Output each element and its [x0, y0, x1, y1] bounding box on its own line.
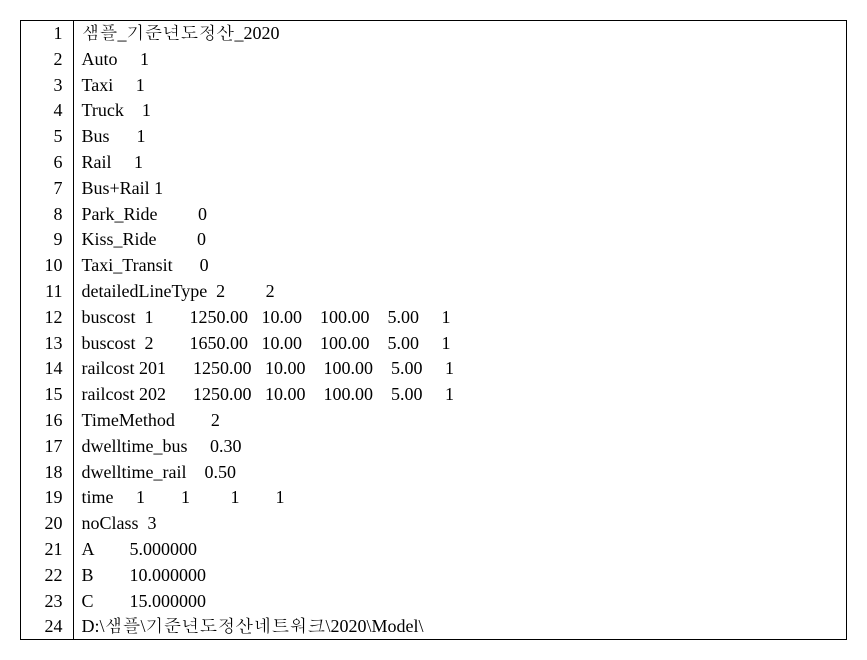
line-number: 24 — [21, 614, 73, 640]
line-number: 13 — [21, 331, 73, 357]
table-row: 2Auto 1 — [21, 47, 846, 73]
table-row: 22B 10.000000 — [21, 563, 846, 589]
table-row: 8Park_Ride 0 — [21, 202, 846, 228]
line-number: 15 — [21, 382, 73, 408]
line-content: B 10.000000 — [73, 563, 846, 589]
line-content: Auto 1 — [73, 47, 846, 73]
line-content: TimeMethod 2 — [73, 408, 846, 434]
line-number: 19 — [21, 485, 73, 511]
line-content: Truck 1 — [73, 98, 846, 124]
config-table: 1샘플_기준년도정산_20202Auto 13Taxi 14Truck 15Bu… — [21, 21, 846, 640]
line-number: 20 — [21, 511, 73, 537]
line-number: 7 — [21, 176, 73, 202]
line-number: 23 — [21, 589, 73, 615]
line-number: 14 — [21, 356, 73, 382]
line-number: 17 — [21, 434, 73, 460]
line-number: 18 — [21, 460, 73, 486]
line-content: buscost 1 1250.00 10.00 100.00 5.00 1 — [73, 305, 846, 331]
line-content: Park_Ride 0 — [73, 202, 846, 228]
line-number: 1 — [21, 21, 73, 47]
line-content: 샘플_기준년도정산_2020 — [73, 21, 846, 47]
table-row: 19time 1 1 1 1 — [21, 485, 846, 511]
table-row: 11detailedLineType 2 2 — [21, 279, 846, 305]
line-number: 16 — [21, 408, 73, 434]
table-row: 18dwelltime_rail 0.50 — [21, 460, 846, 486]
line-number: 12 — [21, 305, 73, 331]
line-content: Bus 1 — [73, 124, 846, 150]
line-content: Taxi 1 — [73, 73, 846, 99]
table-row: 5Bus 1 — [21, 124, 846, 150]
line-content: noClass 3 — [73, 511, 846, 537]
line-number: 8 — [21, 202, 73, 228]
line-number: 11 — [21, 279, 73, 305]
table-row: 23C 15.000000 — [21, 589, 846, 615]
line-content: detailedLineType 2 2 — [73, 279, 846, 305]
line-content: Bus+Rail 1 — [73, 176, 846, 202]
line-content: C 15.000000 — [73, 589, 846, 615]
line-number: 21 — [21, 537, 73, 563]
line-number: 4 — [21, 98, 73, 124]
line-number: 9 — [21, 227, 73, 253]
line-number: 10 — [21, 253, 73, 279]
table-row: 4Truck 1 — [21, 98, 846, 124]
table-row: 7Bus+Rail 1 — [21, 176, 846, 202]
line-content: A 5.000000 — [73, 537, 846, 563]
line-content: Kiss_Ride 0 — [73, 227, 846, 253]
table-row: 6Rail 1 — [21, 150, 846, 176]
table-row: 10Taxi_Transit 0 — [21, 253, 846, 279]
table-row: 16TimeMethod 2 — [21, 408, 846, 434]
line-content: railcost 202 1250.00 10.00 100.00 5.00 1 — [73, 382, 846, 408]
table-row: 12buscost 1 1250.00 10.00 100.00 5.00 1 — [21, 305, 846, 331]
table-row: 3Taxi 1 — [21, 73, 846, 99]
config-file-view: 1샘플_기준년도정산_20202Auto 13Taxi 14Truck 15Bu… — [20, 20, 847, 640]
line-number: 22 — [21, 563, 73, 589]
table-row: 9Kiss_Ride 0 — [21, 227, 846, 253]
line-number: 6 — [21, 150, 73, 176]
line-content: buscost 2 1650.00 10.00 100.00 5.00 1 — [73, 331, 846, 357]
line-content: Rail 1 — [73, 150, 846, 176]
line-content: time 1 1 1 1 — [73, 485, 846, 511]
line-number: 5 — [21, 124, 73, 150]
line-number: 2 — [21, 47, 73, 73]
line-number: 3 — [21, 73, 73, 99]
table-row: 14railcost 201 1250.00 10.00 100.00 5.00… — [21, 356, 846, 382]
line-content: dwelltime_bus 0.30 — [73, 434, 846, 460]
line-content: D:\샘플\기준년도정산네트워크\2020\Model\ — [73, 614, 846, 640]
table-row: 17dwelltime_bus 0.30 — [21, 434, 846, 460]
table-row: 20noClass 3 — [21, 511, 846, 537]
table-row: 24D:\샘플\기준년도정산네트워크\2020\Model\ — [21, 614, 846, 640]
line-content: Taxi_Transit 0 — [73, 253, 846, 279]
table-row: 15railcost 202 1250.00 10.00 100.00 5.00… — [21, 382, 846, 408]
line-content: dwelltime_rail 0.50 — [73, 460, 846, 486]
line-content: railcost 201 1250.00 10.00 100.00 5.00 1 — [73, 356, 846, 382]
table-row: 21A 5.000000 — [21, 537, 846, 563]
table-row: 13buscost 2 1650.00 10.00 100.00 5.00 1 — [21, 331, 846, 357]
table-row: 1샘플_기준년도정산_2020 — [21, 21, 846, 47]
